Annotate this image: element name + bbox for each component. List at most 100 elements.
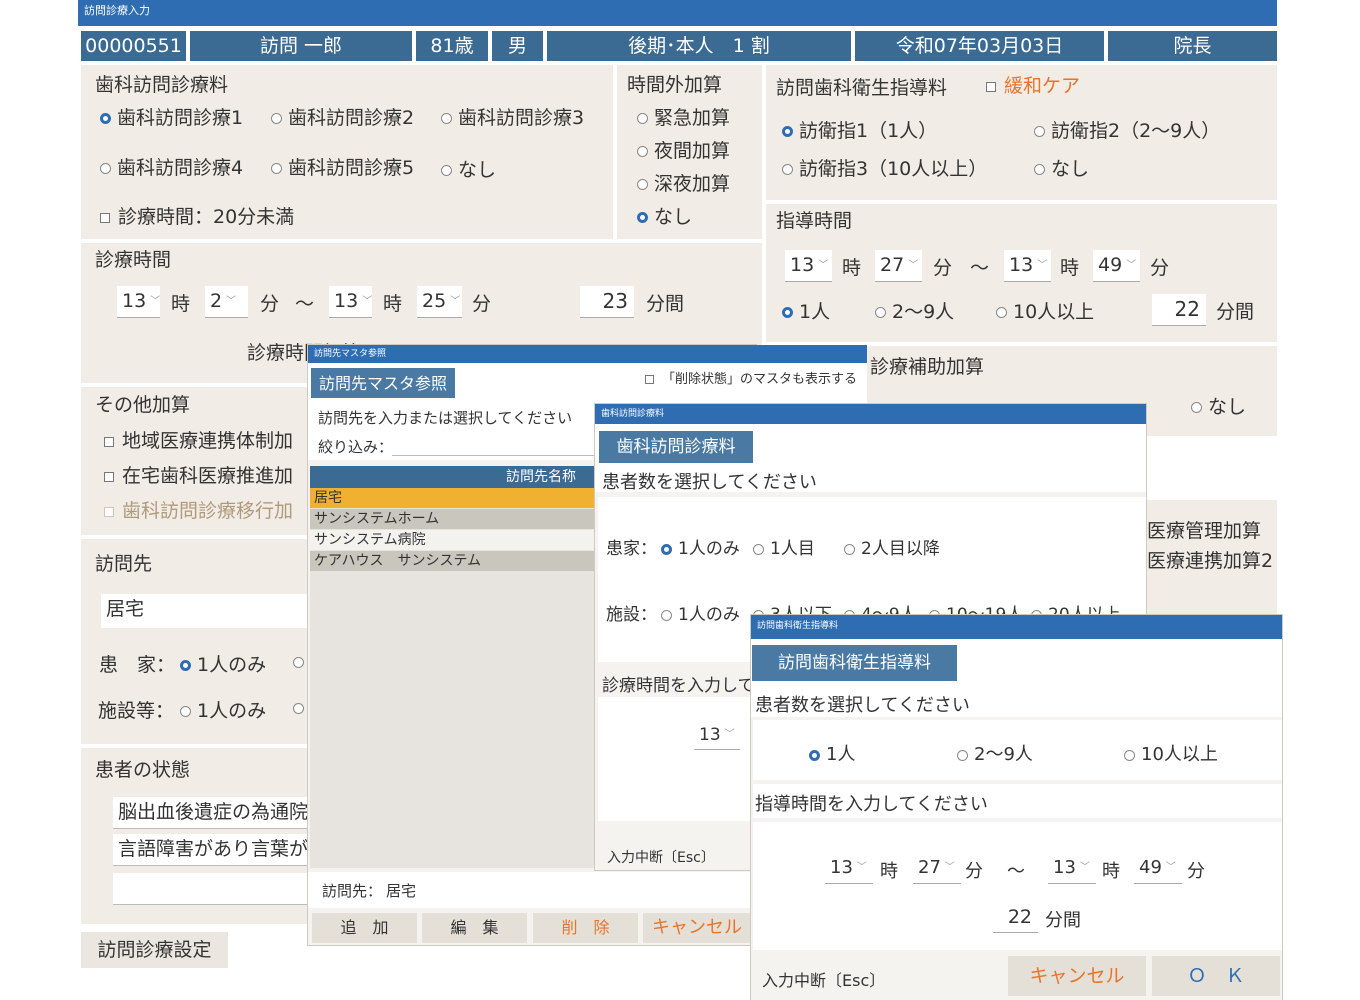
fee-home-one[interactable]: 1人のみ — [661, 534, 740, 559]
radio-icon — [637, 113, 648, 124]
minute-label: 分 — [260, 293, 280, 315]
guide-prompt: 患者数を選択してください — [755, 695, 970, 716]
hygiene-option-1[interactable]: 訪衛指1（1人） — [782, 116, 937, 143]
guide-end-hour-select[interactable]: 13 ﹀ — [1004, 250, 1051, 282]
guide-time-prompt: 指導時間を入力してください — [755, 794, 988, 815]
master-dialog-titlebar: 訪問先マスタ参照 — [308, 345, 867, 363]
guide-abort[interactable]: 入力中断〔Esc〕 — [762, 967, 885, 991]
treat-start-hour-select[interactable]: 13 ﹀ — [117, 286, 160, 318]
hygiene-option-3[interactable]: 訪衛指3（10人以上） — [782, 154, 987, 181]
fee-option-none[interactable]: なし — [441, 155, 496, 182]
patient-state-line-1[interactable]: 脳出血後遺症の為通院 — [113, 797, 311, 829]
list-item[interactable]: サンシステムホーム — [310, 509, 596, 529]
patient-state-line-3[interactable] — [113, 873, 311, 905]
guide-opt-10plus[interactable]: 10人以上 — [1124, 740, 1218, 766]
window-title: 訪問診療入力 — [84, 4, 150, 17]
guide-opt-1[interactable]: 1人 — [809, 740, 855, 766]
guide-ok-button[interactable]: Ｏ Ｋ — [1152, 956, 1280, 996]
under20-checkbox[interactable]: 診療時間：20分未満 — [100, 202, 294, 229]
radio-selected-icon — [100, 113, 111, 124]
guide-end-minute-select[interactable]: 49 ﹀ — [1093, 250, 1140, 282]
fee-option-5[interactable]: 歯科訪問診療5 — [271, 153, 414, 180]
fee-prompt: 患者数を選択してください — [602, 472, 817, 493]
selected-value: 居宅 — [386, 882, 417, 900]
other-addons-heading: その他加算 — [95, 394, 191, 416]
fee-option-1[interactable]: 歯科訪問診療1 — [100, 103, 243, 130]
addon-medical-cooperation: 医療連携加算2 — [1147, 550, 1274, 572]
minute-label: 分 — [965, 861, 983, 882]
assist-none[interactable]: なし — [1191, 392, 1246, 419]
duration-label: 分間 — [646, 293, 685, 315]
radio-icon — [782, 164, 793, 175]
selected-label: 訪問先： — [322, 882, 383, 900]
guide-dlg-end-minute[interactable]: 49 ﹀ — [1134, 854, 1182, 884]
minute-label: 分 — [933, 257, 953, 279]
radio-icon[interactable] — [293, 657, 304, 668]
fee-option-3[interactable]: 歯科訪問診療3 — [441, 103, 584, 130]
hygiene-option-2[interactable]: 訪衛指2（2～9人） — [1034, 116, 1220, 143]
overtime-none[interactable]: なし — [637, 202, 692, 229]
addon-transition[interactable]: 歯科訪問診療移行加 — [104, 496, 293, 523]
radio-icon — [100, 163, 111, 174]
overtime-late-night[interactable]: 深夜加算 — [637, 169, 730, 196]
guide-count-2-9[interactable]: 2～9人 — [875, 297, 954, 324]
list-item[interactable]: サンシステム病院 — [310, 530, 596, 550]
radio-icon — [271, 163, 282, 174]
fee-home-second[interactable]: 2人目以降 — [844, 534, 940, 559]
addon-regional[interactable]: 地域医療連携体制加 — [104, 426, 293, 453]
fee-dialog-tab: 歯科訪問診療料 — [599, 431, 753, 463]
fee-abort[interactable]: 入力中断〔Esc〕 — [607, 847, 715, 867]
cancel-button[interactable]: キャンセル — [643, 913, 751, 943]
add-button[interactable]: 追 加 — [312, 913, 417, 943]
checkbox-icon — [986, 81, 996, 92]
minute-label: 分 — [472, 293, 492, 315]
fee-dialog-titlebar: 歯科訪問診療料 — [595, 404, 1146, 424]
guide-dlg-start-minute[interactable]: 27 ﹀ — [913, 854, 961, 884]
guide-minutes-field[interactable]: 22 — [1152, 294, 1206, 326]
guide-count-1[interactable]: 1人 — [782, 297, 830, 324]
guide-dlg-start-hour[interactable]: 13 ﹀ — [825, 854, 873, 884]
treat-start-minute-select[interactable]: 2 ﹀ — [205, 286, 248, 318]
fee-option-2[interactable]: 歯科訪問診療2 — [271, 103, 414, 130]
home-option-one[interactable]: 1人のみ — [180, 650, 266, 677]
radio-icon — [637, 146, 648, 157]
treat-end-minute-select[interactable]: 25 ﹀ — [417, 286, 462, 318]
fee-option-4[interactable]: 歯科訪問診療4 — [100, 153, 243, 180]
guide-opt-2-9[interactable]: 2～9人 — [957, 740, 1033, 766]
guide-start-hour-select[interactable]: 13 ﹀ — [785, 250, 832, 282]
overtime-night[interactable]: 夜間加算 — [637, 136, 730, 163]
fee-facility-one[interactable]: 1人のみ — [661, 600, 740, 625]
palliative-checkbox[interactable]: 緩和ケア — [986, 71, 1080, 98]
patient-state-line-2[interactable]: 言語障害があり言葉が — [113, 834, 311, 866]
facility-option-one[interactable]: 1人のみ — [180, 696, 266, 723]
checkbox-icon — [100, 212, 110, 223]
radio-icon — [661, 609, 672, 621]
list-item[interactable]: 居宅 — [310, 488, 596, 508]
edit-button[interactable]: 編 集 — [422, 913, 527, 943]
guide-start-minute-select[interactable]: 27 ﹀ — [875, 250, 922, 282]
guide-count-10plus[interactable]: 10人以上 — [996, 297, 1094, 324]
guide-cancel-button[interactable]: キャンセル — [1008, 956, 1146, 996]
fee-home-first[interactable]: 1人目 — [753, 534, 815, 559]
filter-input[interactable] — [392, 435, 596, 456]
visit-place-field[interactable]: 居宅 — [101, 594, 311, 628]
guide-dlg-minutes[interactable]: 22 — [993, 903, 1038, 933]
overtime-emergency[interactable]: 緊急加算 — [637, 103, 730, 130]
hygiene-option-none[interactable]: なし — [1034, 154, 1089, 181]
addon-home-dental[interactable]: 在宅歯科医療推進加 — [104, 461, 293, 488]
guide-dlg-end-hour[interactable]: 13 ﹀ — [1048, 854, 1096, 884]
tilde-label: ～ — [970, 257, 990, 279]
delete-button[interactable]: 削 除 — [533, 913, 638, 943]
visit-settings-button[interactable]: 訪問診療設定 — [81, 932, 228, 968]
guide-time-heading: 指導時間 — [776, 210, 853, 232]
show-deleted-checkbox[interactable]: 「削除状態」のマスタも表示する — [645, 368, 857, 387]
treat-end-hour-select[interactable]: 13 ﹀ — [329, 286, 372, 318]
list-item[interactable]: ケアハウス サンシステム — [310, 551, 596, 571]
radio-icon[interactable] — [293, 703, 304, 714]
treat-minutes-field[interactable]: 23 — [580, 286, 634, 318]
fee-home-label: 患家： — [606, 539, 657, 559]
minute-label: 分 — [1150, 257, 1170, 279]
master-dialog-tab: 訪問先マスタ参照 — [311, 368, 455, 398]
fee-hour-select[interactable]: 13 ﹀ — [694, 722, 740, 750]
tilde-label: ～ — [1007, 861, 1025, 882]
